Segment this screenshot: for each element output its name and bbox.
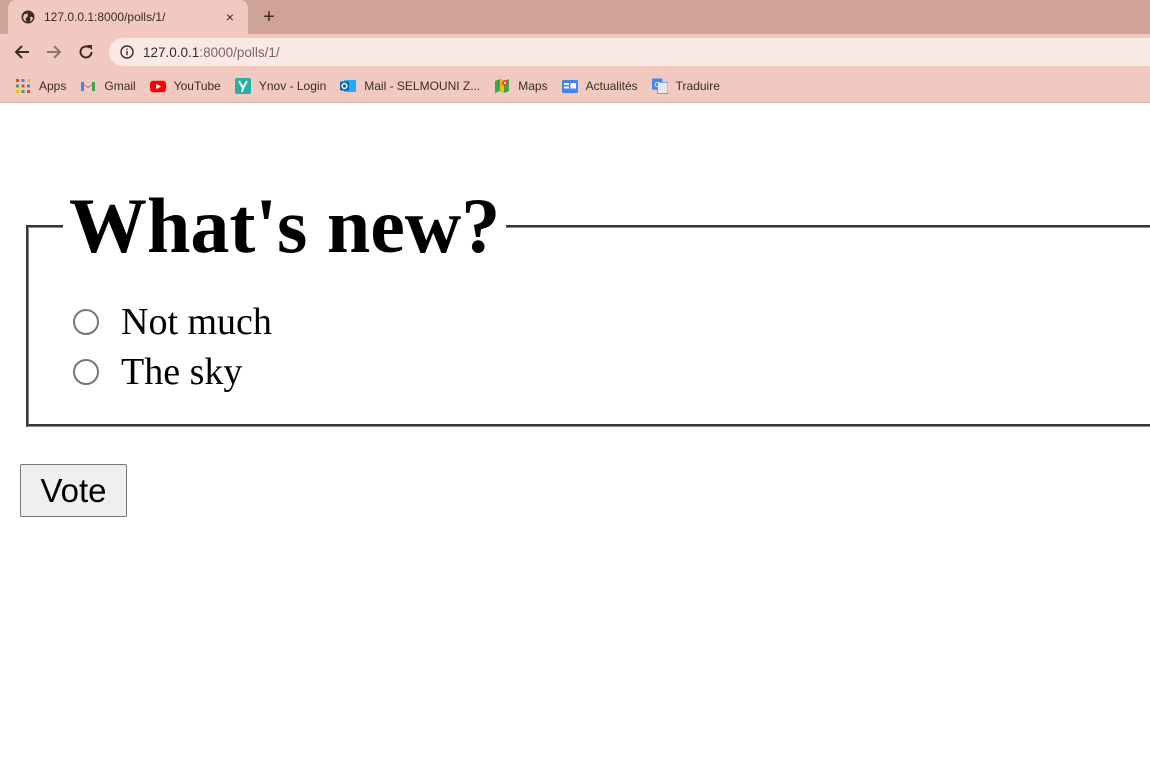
url-text: 127.0.0.1:8000/polls/1/ [143, 45, 280, 60]
choice-radio[interactable] [73, 309, 99, 335]
choice-list: Not much The sky [73, 297, 1150, 397]
news-icon [561, 78, 578, 94]
bookmark-mail[interactable]: Mail - SELMOUNI Z... [333, 74, 487, 98]
choice-radio[interactable] [73, 359, 99, 385]
ynov-icon [234, 78, 251, 94]
svg-text:G: G [654, 80, 660, 89]
globe-icon [21, 10, 35, 24]
address-bar[interactable]: 127.0.0.1:8000/polls/1/ [109, 38, 1150, 66]
tab-title: 127.0.0.1:8000/polls/1/ [44, 10, 166, 24]
youtube-icon [149, 78, 166, 94]
forward-arrow-icon[interactable] [42, 40, 66, 64]
browser-tab[interactable]: 127.0.0.1:8000/polls/1/ × [8, 0, 248, 34]
bookmarks-bar: Apps Gmail YouTube Ynov - Login Mail - S… [0, 70, 1150, 103]
choice-label: The sky [121, 351, 243, 393]
url-path: :8000/polls/1/ [199, 44, 280, 60]
poll-question: What's new? [69, 182, 501, 269]
bookmark-maps[interactable]: Maps [487, 74, 554, 98]
tab-strip: 127.0.0.1:8000/polls/1/ × + [0, 0, 1150, 34]
translate-icon: G [651, 78, 668, 94]
bookmark-youtube[interactable]: YouTube [143, 74, 228, 98]
browser-toolbar: 127.0.0.1:8000/polls/1/ [0, 34, 1150, 70]
bookmark-label: Mail - SELMOUNI Z... [364, 79, 481, 93]
bookmark-label: Gmail [104, 79, 136, 93]
gmail-icon [80, 78, 96, 94]
info-icon[interactable] [119, 44, 135, 60]
bookmark-label: YouTube [173, 79, 221, 93]
bookmark-label: Actualités [585, 79, 638, 93]
bookmark-apps[interactable]: Apps [8, 74, 73, 98]
bookmark-ynov-login[interactable]: Ynov - Login [228, 74, 333, 98]
bookmark-traduire[interactable]: G Traduire [645, 74, 727, 98]
back-arrow-icon[interactable] [10, 40, 34, 64]
vote-button[interactable]: Vote [20, 464, 127, 517]
apps-grid-icon [15, 78, 31, 94]
maps-icon [494, 78, 510, 94]
url-host: 127.0.0.1 [143, 44, 200, 60]
bookmark-gmail[interactable]: Gmail [73, 74, 142, 98]
bookmark-label: Traduire [675, 79, 720, 93]
reload-icon[interactable] [74, 40, 98, 64]
close-icon[interactable]: × [222, 9, 238, 25]
bookmark-actualites[interactable]: Actualités [555, 74, 645, 98]
bookmark-label: Ynov - Login [258, 79, 327, 93]
choice-option[interactable]: Not much [73, 297, 1150, 347]
bookmark-label: Apps [39, 79, 67, 93]
new-tab-button[interactable]: + [259, 7, 279, 27]
poll-fieldset: What's new? Not much The sky [26, 187, 1150, 427]
choice-label: Not much [121, 301, 272, 343]
bookmark-label: Maps [518, 79, 548, 93]
outlook-icon [340, 78, 357, 94]
choice-option[interactable]: The sky [73, 347, 1150, 397]
